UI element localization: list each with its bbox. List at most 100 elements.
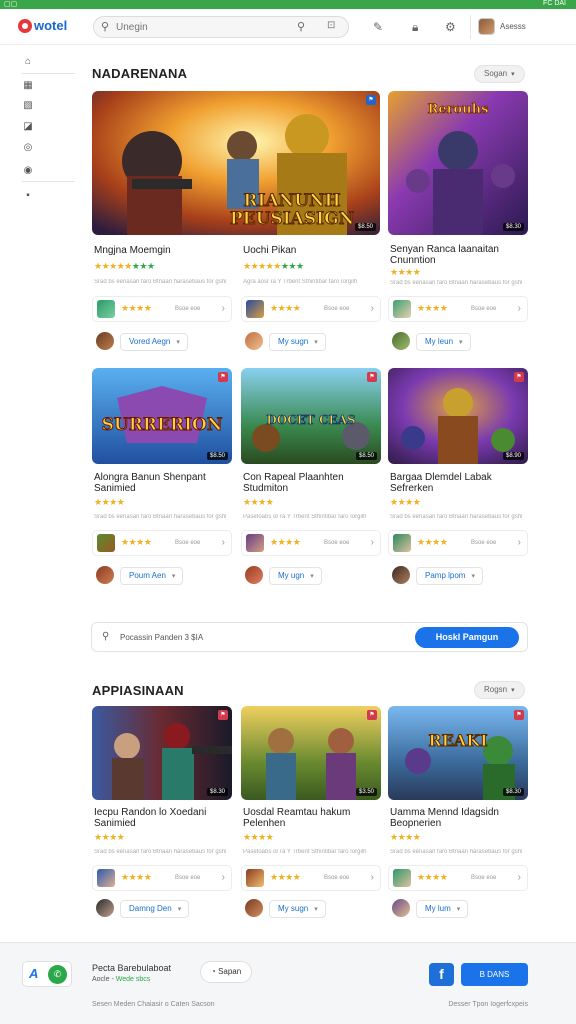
game-description: Srad bs eenasan faro Btnaan harasebaus f…	[94, 849, 226, 855]
game-title: Uochi Pikan	[243, 245, 297, 256]
search-input[interactable]	[116, 20, 276, 35]
bookmark-icon[interactable]: ⚑	[366, 95, 376, 105]
game-art: DOCET CEAS $8.50 ⚑	[241, 368, 381, 464]
game-description: Pasetoabs or ra Y Trbent Sthintibar faro…	[243, 849, 367, 855]
divider	[22, 73, 75, 74]
section-title: APPIASINAAN	[92, 683, 184, 698]
footer-pill-button[interactable]: ◔ Sapan	[200, 961, 253, 983]
status-bar: ▢▢ FC DAI	[0, 0, 576, 9]
rating-row[interactable]: ★★★★ Bsoe eoe ›	[92, 865, 232, 891]
rating-row[interactable]: ★★★★ Bsoe eoe ›	[241, 296, 381, 322]
search-bar[interactable]: ⚲ ⚲ ⊡	[93, 16, 349, 38]
pin-icon[interactable]: ◎	[22, 142, 34, 154]
user-button[interactable]: My sugn ▾	[269, 900, 326, 918]
bookmark-icon[interactable]: ⚑	[218, 710, 228, 720]
rating-row[interactable]: ★★★★ Bsoe eoe ›	[241, 865, 381, 891]
user-button[interactable]: Poum Aen ▾	[120, 567, 184, 585]
game-art: $8.90 ⚑	[388, 368, 528, 464]
game-title: Uamma Mennd Idagsidn Beopnerien	[390, 807, 499, 829]
rating-row[interactable]: ★★★★ Bsoe eoe ›	[241, 530, 381, 556]
user-row[interactable]: My sugn ▾	[241, 329, 381, 355]
lock-icon[interactable]: 🔒︎	[412, 20, 418, 35]
thumbnail	[393, 300, 411, 318]
user-row[interactable]: My lum ▾	[388, 896, 528, 922]
game-description: Agra aosr ra Y Trbent Sthintibar faro Io…	[243, 279, 358, 285]
image-icon[interactable]: ▧	[22, 100, 34, 112]
chevron-right-icon: ›	[221, 872, 225, 883]
logo[interactable]: wotel	[18, 18, 67, 33]
user-row[interactable]: Poum Aen ▾	[92, 563, 232, 589]
game-description: Srad bs eenasan faro Btnaan harasebaus f…	[390, 280, 522, 286]
search-submit-icon[interactable]: ⚲	[297, 20, 305, 33]
bookmark-icon[interactable]: ⚑	[514, 710, 524, 720]
game-description: Srad bs eenasan faro Btnaan harasebaus f…	[390, 849, 522, 855]
grid-icon[interactable]: ▦	[22, 80, 34, 92]
rating-stars: ★★★★	[390, 832, 421, 842]
rating-stars: ★★★★	[94, 832, 125, 842]
footer-button[interactable]: B DANS	[461, 963, 528, 986]
bookmark-icon[interactable]: ⚑	[218, 372, 228, 382]
square-icon[interactable]: ◪	[22, 121, 34, 133]
settings-icon[interactable]: ⚙︎	[445, 20, 456, 34]
chevron-down-icon: ▾	[459, 339, 463, 346]
thumbnail	[97, 300, 115, 318]
user-avatar	[245, 332, 263, 350]
user-row[interactable]: My leun ▾	[388, 329, 528, 355]
sort-dropdown[interactable]: Rogsn ▾	[474, 681, 525, 699]
thumbnail	[246, 300, 264, 318]
sort-dropdown[interactable]: Sogan ▾	[474, 65, 525, 83]
game-art-image: REAKI	[388, 706, 528, 800]
facebook-icon[interactable]: f	[429, 963, 454, 986]
home-icon[interactable]: ⌂	[22, 56, 34, 68]
banner-text: Pocassin Panden 3 $IA	[120, 633, 204, 642]
game-description: Srad bs eenasan faro Btnaan harasebaus f…	[94, 514, 226, 520]
user-button[interactable]: My sugn ▾	[269, 333, 326, 351]
game-art-image: Rerouhs	[388, 91, 528, 235]
flag-icon[interactable]: ▪	[22, 190, 34, 202]
footer-links[interactable]: Sesen Meden Chaiasir o Caten Sacson	[92, 1001, 215, 1008]
rating-row[interactable]: ★★★★ Bsoe eoe ›	[92, 296, 232, 322]
bookmark-icon[interactable]: ⚑	[514, 372, 524, 382]
filter-icon[interactable]: ⊡	[327, 20, 335, 31]
chevron-down-icon: ▾	[314, 906, 318, 913]
bookmark-icon[interactable]: ⚑	[367, 372, 377, 382]
user-button[interactable]: Vored Aegn ▾	[120, 333, 188, 351]
price-tag: $8.50	[206, 452, 228, 460]
banner-button[interactable]: Hoskl Pamgun	[415, 627, 519, 648]
price-tag: $8.30	[502, 223, 524, 231]
user-avatar	[245, 566, 263, 584]
price-tag: $8.50	[354, 223, 376, 231]
rating-row[interactable]: ★★★★ Bsoe eoe ›	[92, 530, 232, 556]
user-button[interactable]: My ugn ▾	[269, 567, 322, 585]
price-tag: $8.90	[502, 452, 524, 460]
app-badge[interactable]: A ✆	[22, 961, 72, 987]
svg-text:REAKI: REAKI	[428, 731, 487, 750]
rating-row[interactable]: ★★★★ Bsoe eoe ›	[388, 530, 528, 556]
rating-row[interactable]: ★★★★ Bsoe eoe ›	[388, 865, 528, 891]
account-menu[interactable]: Asesss	[478, 18, 526, 35]
app-logo-icon: A	[29, 966, 39, 981]
user-row[interactable]: Pamp lpom ▾	[388, 563, 528, 589]
row-text: Bsoe eoe	[324, 306, 350, 312]
user-button-label: My ugn	[278, 571, 305, 580]
circle-icon[interactable]: ◉	[22, 165, 34, 177]
user-button[interactable]: My leun ▾	[416, 333, 471, 351]
user-row[interactable]: Damng Den ▾	[92, 896, 232, 922]
user-button[interactable]: My lum ▾	[416, 900, 469, 918]
pen-icon[interactable]: ✎	[373, 20, 383, 34]
bookmark-icon[interactable]: ⚑	[367, 710, 377, 720]
game-art: $3.50 ⚑	[241, 706, 381, 800]
svg-text:PEUSIASIGN: PEUSIASIGN	[230, 209, 354, 229]
user-row[interactable]: Vored Aegn ▾	[92, 329, 232, 355]
footer-pill-label: Sapan	[218, 967, 242, 976]
user-button[interactable]: Pamp lpom ▾	[416, 567, 483, 585]
user-row[interactable]: My ugn ▾	[241, 563, 381, 589]
rating-row[interactable]: ★★★★ Bsoe eoe ›	[388, 296, 528, 322]
rating-stars-value: ★★★★★	[94, 261, 132, 271]
user-row[interactable]: My sugn ▾	[241, 896, 381, 922]
user-button[interactable]: Damng Den ▾	[120, 900, 190, 918]
game-description: Srad bs eenasan faro Btnaan harasebaus f…	[390, 514, 522, 520]
user-button-label: Poum Aen	[129, 571, 166, 580]
thumbnail	[393, 534, 411, 552]
rating-stars: ★★★★	[243, 832, 274, 842]
